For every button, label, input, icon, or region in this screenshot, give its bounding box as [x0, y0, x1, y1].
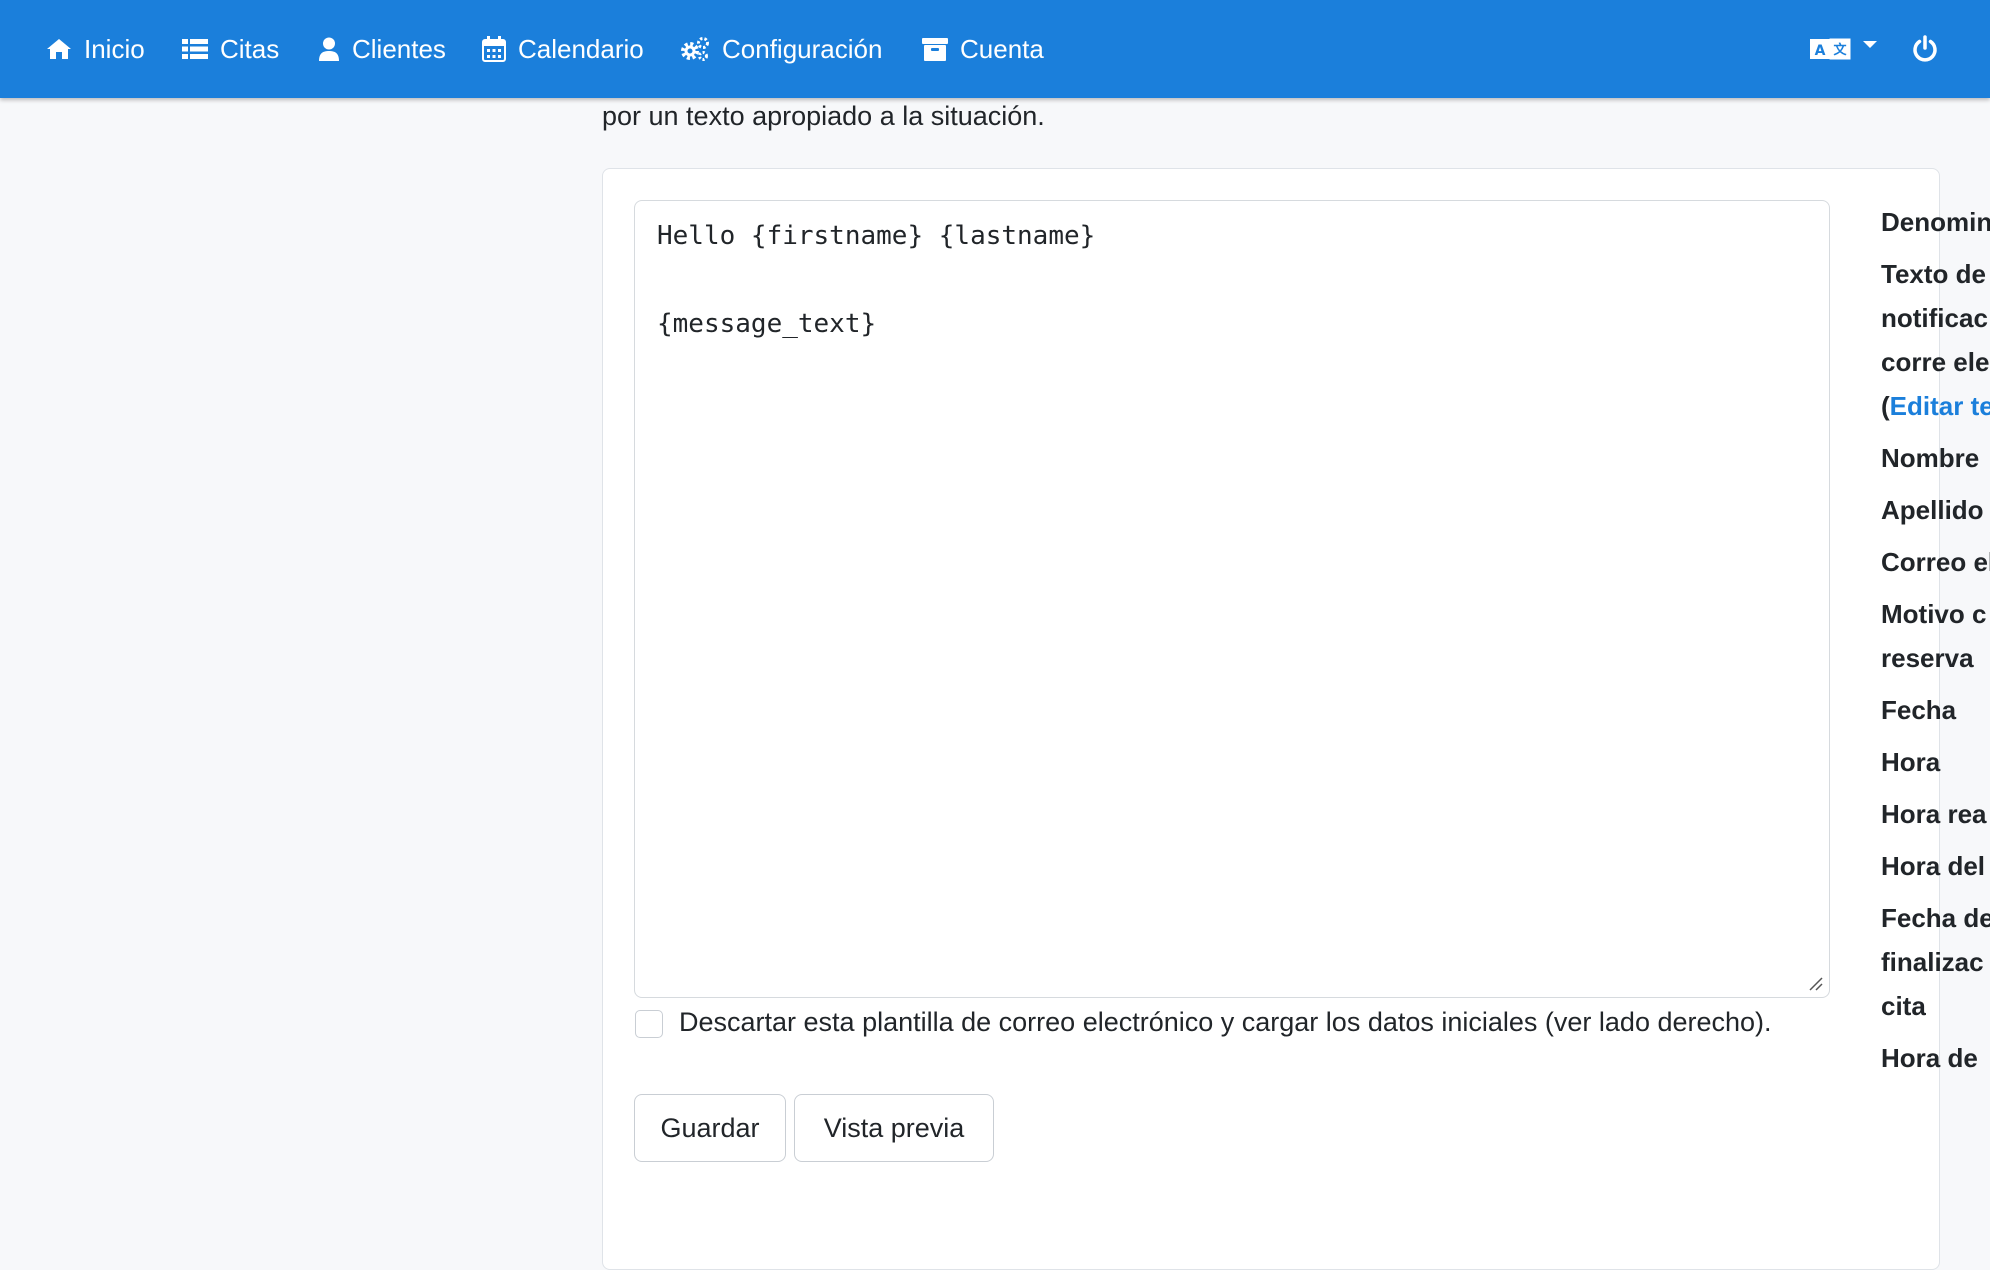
nav-label: Clientes: [352, 33, 446, 64]
nav-item-calendario[interactable]: Calendario: [482, 0, 644, 98]
edit-text-link-prefix: (: [1881, 391, 1890, 421]
edit-text-link[interactable]: Editar te: [1890, 391, 1990, 421]
email-template-editor[interactable]: Hello {firstname} {lastname} {message_te…: [634, 200, 1830, 998]
nav-label: Citas: [220, 33, 280, 64]
placeholder-item-fecha-fin: Fecha de finalizac de la cita: [1881, 903, 1990, 1021]
placeholder-item-denominacion: Denomin: [1881, 207, 1990, 237]
svg-text:A: A: [1815, 43, 1826, 59]
placeholder-item-texto-notificacion: Texto de notificac por corre electrón (E…: [1881, 252, 1990, 428]
nav-item-citas[interactable]: Citas: [182, 0, 279, 98]
user-icon: [319, 37, 339, 61]
save-button[interactable]: Guardar: [634, 1094, 786, 1162]
nav-label: Configuración: [722, 33, 883, 64]
language-icon: A 文: [1810, 38, 1851, 60]
discard-template-label[interactable]: Descartar esta plantilla de correo elect…: [679, 1000, 1829, 1044]
placeholder-item-hora-de: Hora de: [1881, 1043, 1978, 1073]
home-icon: [47, 39, 71, 59]
svg-text:文: 文: [1833, 42, 1847, 58]
placeholder-item-hora-cliente: Hora del cliente: [1881, 851, 1990, 881]
placeholder-list: Denomin Texto de notificac por corre ele…: [1881, 200, 1990, 1088]
placeholder-item-correo: Correo electrón: [1881, 547, 1990, 577]
nav-item-clientes[interactable]: Clientes: [318, 0, 446, 98]
editor-line: {message_text}: [657, 309, 877, 339]
top-navbar: Inicio Citas Clientes Calendario Configu…: [0, 0, 1990, 98]
nav-label: Inicio: [84, 33, 145, 64]
placeholder-item-hora: Hora: [1881, 747, 1941, 777]
nav-label: Cuenta: [960, 33, 1044, 64]
power-icon: [1913, 35, 1937, 62]
discard-template-checkbox[interactable]: [635, 1010, 663, 1038]
placeholder-item-label: Texto de notificac por corre electrón: [1881, 259, 1990, 377]
calendar-icon: [482, 36, 506, 62]
list-icon: [182, 39, 208, 59]
language-dropdown[interactable]: A 文: [1810, 0, 1878, 98]
placeholder-item-apellido: Apellido: [1881, 495, 1984, 525]
placeholder-item-fecha: Fecha: [1881, 695, 1957, 725]
logout-button[interactable]: [1912, 0, 1938, 98]
nav-item-cuenta[interactable]: Cuenta: [922, 0, 1044, 98]
gears-icon: [681, 37, 709, 61]
resize-handle-icon[interactable]: [1807, 975, 1823, 991]
placeholder-item-hora-real: Hora rea: [1881, 799, 1987, 829]
placeholder-item-nombre: Nombre: [1881, 443, 1980, 473]
nav-item-inicio[interactable]: Inicio: [46, 0, 145, 98]
nav-item-configuracion[interactable]: Configuración: [680, 0, 882, 98]
preview-button[interactable]: Vista previa: [794, 1094, 994, 1162]
caret-down-icon: [1863, 41, 1877, 48]
nav-label: Calendario: [518, 33, 644, 64]
placeholder-item-motivo: Motivo c reserva: [1881, 599, 1987, 673]
intro-text: por un texto apropiado a la situación.: [602, 101, 1045, 131]
archive-icon: [922, 38, 948, 61]
editor-line: Hello {firstname} {lastname}: [657, 221, 1096, 251]
